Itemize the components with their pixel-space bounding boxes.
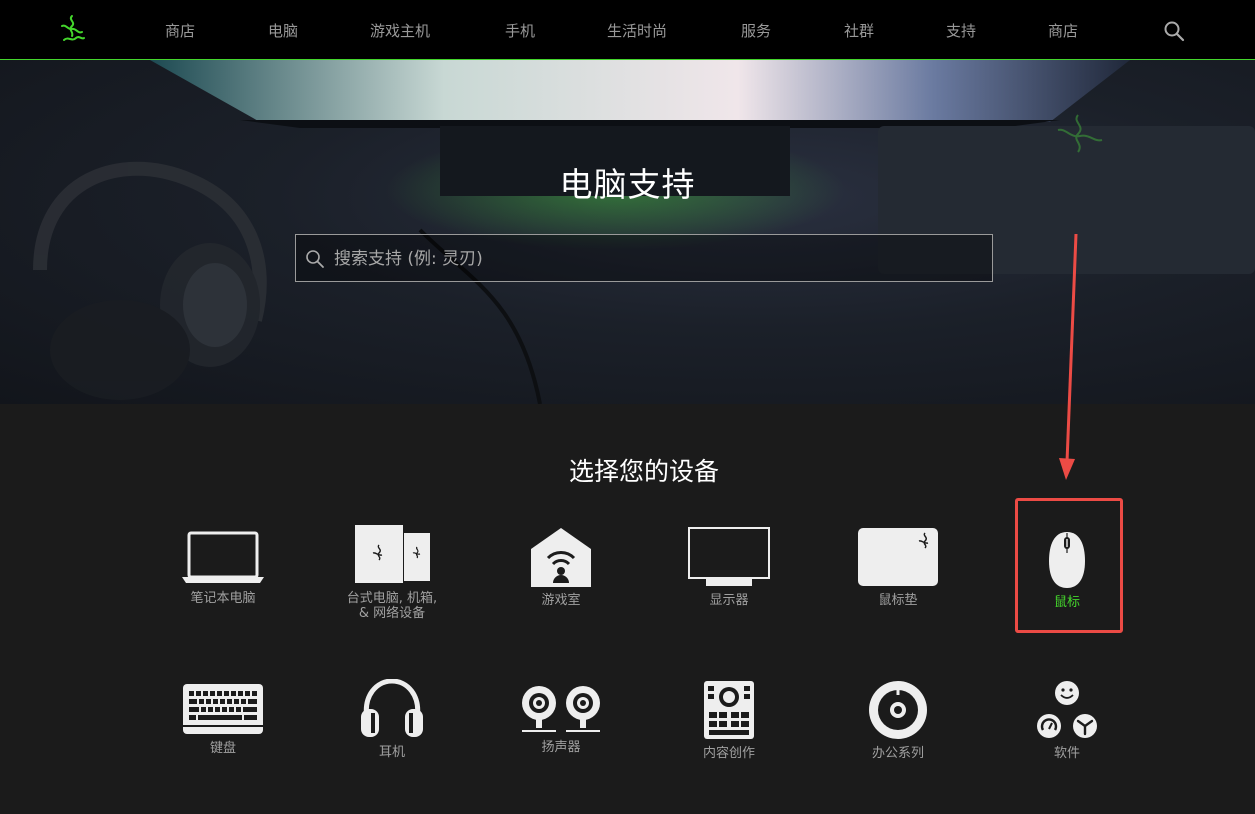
hero-background-image (33, 60, 1255, 404)
device-label: 软件 (1053, 746, 1080, 761)
device-label: 扬声器 (541, 740, 581, 755)
desktop-icon (355, 525, 430, 583)
section-title: 选择您的设备 (568, 457, 719, 486)
headset-icon (361, 679, 423, 737)
page-title: 电脑支持 (559, 165, 696, 204)
device-label-line2: & 网络设备 (358, 606, 426, 621)
razer-logo-icon[interactable] (54, 12, 90, 48)
device-gaming-room[interactable]: 游戏室 (486, 527, 636, 608)
nav-store-2[interactable]: 商店 (1048, 20, 1078, 41)
device-label: 显示器 (709, 593, 749, 608)
top-nav: 商店 电脑 游戏主机 手机 生活时尚 服务 社群 支持 商店 (0, 0, 1255, 60)
device-label: 内容创作 (702, 746, 755, 761)
device-label: 笔记本电脑 (190, 591, 256, 606)
gaming-room-icon (531, 528, 591, 587)
nav-pc[interactable]: 电脑 (268, 20, 298, 41)
mousepad-icon (858, 528, 938, 586)
device-label: 游戏室 (541, 593, 581, 608)
software-icon (1037, 681, 1097, 738)
device-office[interactable]: 办公系列 (823, 680, 973, 761)
nav-lifestyle[interactable]: 生活时尚 (607, 20, 667, 41)
nav-community[interactable]: 社群 (844, 20, 874, 41)
content-creation-icon (704, 681, 754, 739)
device-desktop[interactable]: 台式电脑, 机箱, & 网络设备 (317, 523, 467, 621)
search-icon[interactable] (1163, 20, 1185, 42)
device-mousepad[interactable]: 鼠标垫 (823, 527, 973, 608)
device-label: 键盘 (209, 741, 236, 756)
device-monitor[interactable]: 显示器 (654, 527, 804, 608)
device-label: 耳机 (378, 745, 405, 760)
hero-banner: 电脑支持 (0, 60, 1255, 404)
support-search[interactable] (295, 234, 993, 283)
device-label: 台式电脑, 机箱, (346, 591, 438, 606)
laptop-icon (182, 531, 264, 583)
nav-mobile[interactable]: 手机 (505, 20, 535, 41)
device-label: 鼠标垫 (878, 593, 918, 608)
device-software[interactable]: 软件 (992, 680, 1142, 761)
device-keyboard[interactable]: 键盘 (148, 683, 298, 756)
device-speaker[interactable]: 扬声器 (486, 684, 636, 755)
selected-highlight-box (1015, 498, 1123, 633)
keyboard-icon (182, 684, 264, 734)
nav-console[interactable]: 游戏主机 (370, 20, 430, 41)
nav-support[interactable]: 支持 (946, 20, 976, 41)
speaker-icon (522, 686, 600, 732)
nav-store[interactable]: 商店 (165, 20, 195, 41)
device-label: 办公系列 (871, 746, 924, 761)
device-headset[interactable]: 耳机 (317, 679, 467, 760)
search-icon (306, 250, 324, 268)
monitor-icon (688, 527, 770, 586)
nav-services[interactable]: 服务 (741, 20, 771, 41)
device-laptop[interactable]: 笔记本电脑 (148, 527, 298, 606)
device-content-creation[interactable]: 内容创作 (654, 680, 804, 761)
search-input[interactable] (332, 235, 976, 283)
office-icon (869, 681, 927, 739)
